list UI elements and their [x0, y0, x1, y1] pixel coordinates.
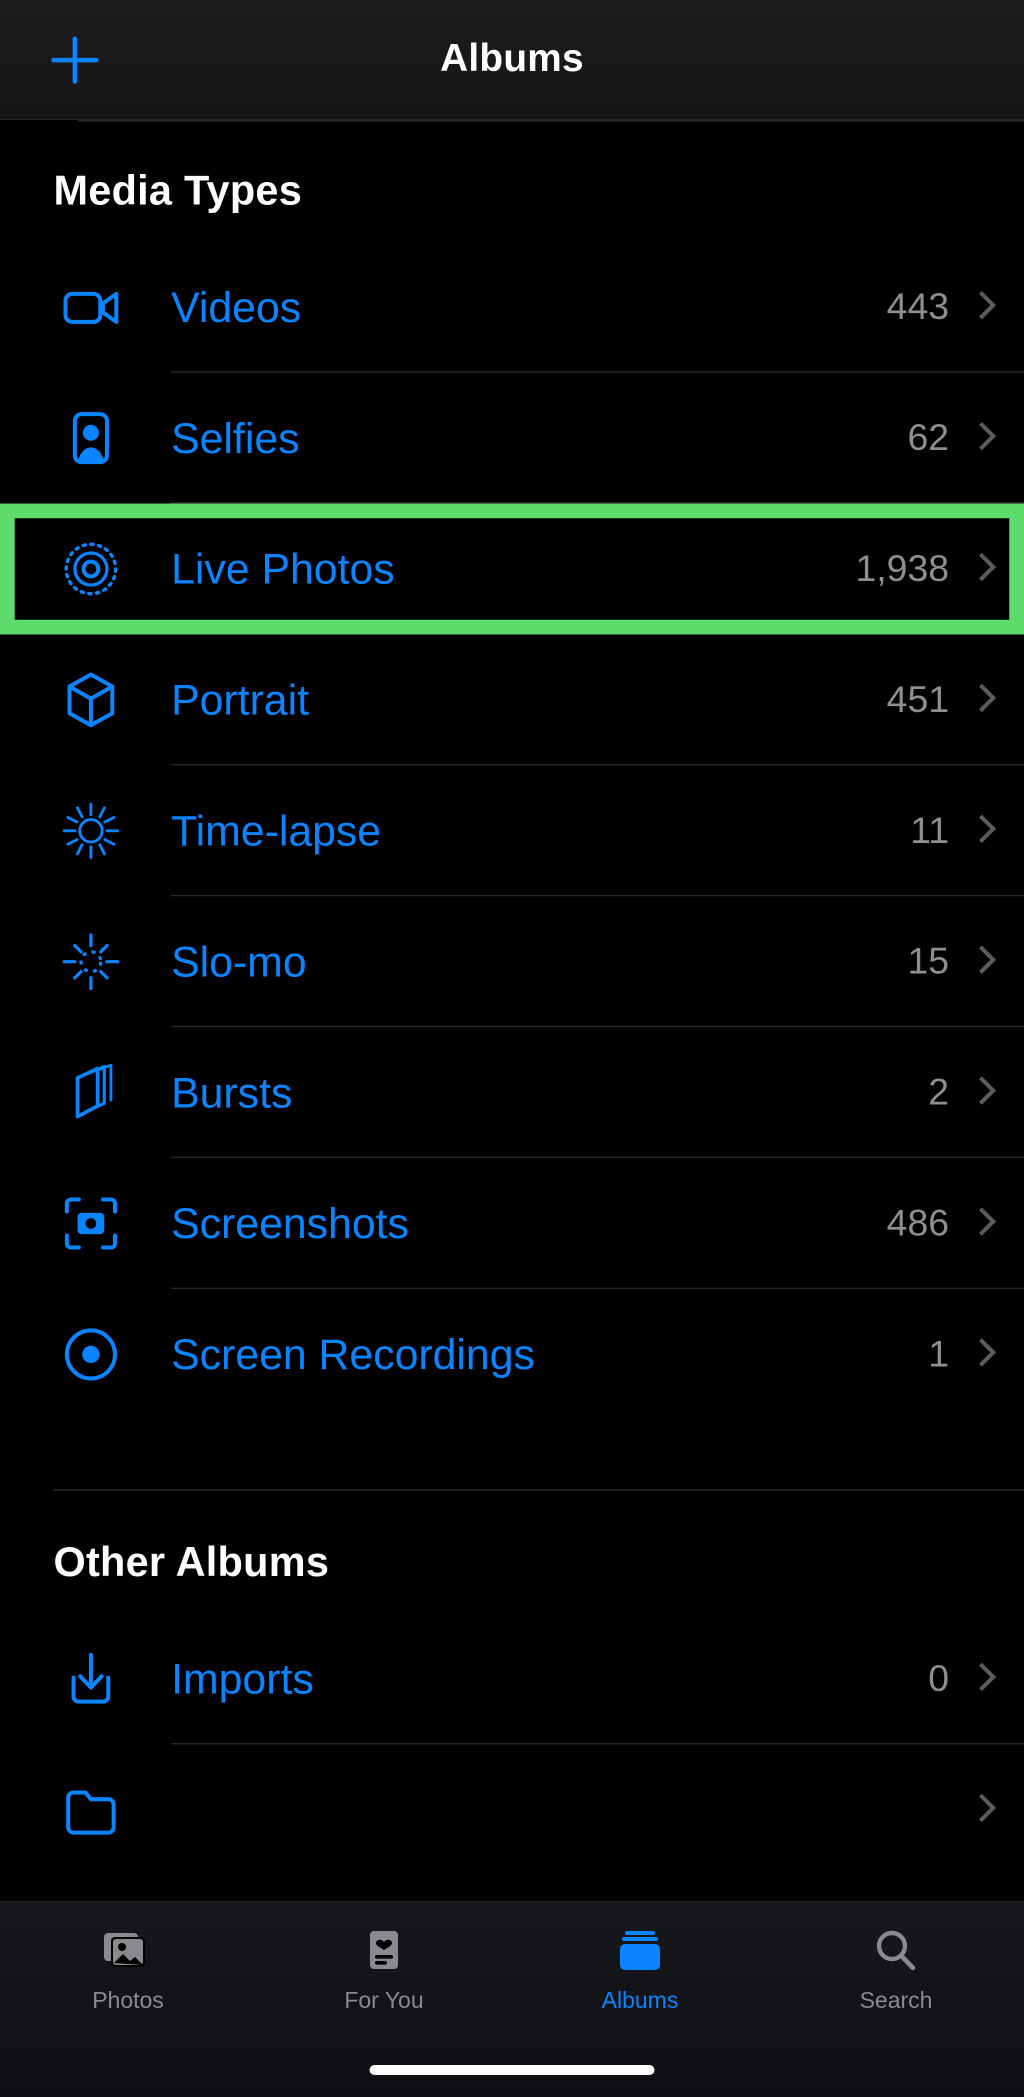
row-slo-mo[interactable]: Slo-mo 15 — [0, 896, 1024, 1028]
bursts-stack-icon — [53, 1055, 128, 1130]
row-count: 486 — [886, 1202, 950, 1244]
row-portrait[interactable]: Portrait 451 — [0, 634, 1024, 766]
tab-search[interactable]: Search — [768, 1924, 1024, 2014]
for-you-card-icon-glyph — [370, 1931, 398, 1969]
screen-content: Albums Media Types Videos 443 Selfies 62… — [0, 0, 1024, 2097]
partial-album-icon-glyph — [66, 1790, 116, 1835]
row-screenshots[interactable]: Screenshots 486 — [0, 1158, 1024, 1289]
row-label: Portrait — [171, 675, 309, 724]
timelapse-icon-glyph — [62, 802, 120, 859]
portrait-cube-icon-glyph — [67, 672, 115, 728]
timelapse-icon — [53, 793, 128, 868]
row-count: 62 — [907, 416, 950, 459]
photos-albums-screen: Albums Media Types Videos 443 Selfies 62… — [0, 0, 1024, 2097]
row-label: Screen Recordings — [171, 1329, 535, 1378]
row-label: Slo-mo — [171, 936, 307, 986]
screen-recording-icon — [53, 1317, 128, 1392]
slomo-icon-glyph — [62, 933, 120, 991]
row-label: Bursts — [171, 1067, 293, 1116]
search-icon — [871, 1924, 921, 1978]
home-indicator[interactable] — [369, 2065, 655, 2075]
partial-album-icon — [53, 1772, 128, 1847]
selfie-person-icon-glyph — [72, 412, 109, 465]
row-label: Videos — [171, 282, 302, 331]
imports-tray-arrow-icon — [53, 1642, 128, 1717]
tab-photos[interactable]: Photos — [0, 1924, 256, 2014]
search-icon-glyph — [876, 1930, 916, 1971]
page-title: Albums — [440, 37, 584, 81]
chevron-right-icon — [971, 942, 995, 982]
tab-label: For You — [344, 1987, 424, 2013]
row-count: 15 — [907, 940, 950, 982]
video-camera-icon-glyph — [63, 291, 119, 324]
section-gap — [0, 1419, 1024, 1490]
section-header-media-types: Media Types — [53, 166, 303, 214]
photos-stack-icon — [100, 1924, 156, 1978]
live-photo-icon — [53, 532, 128, 607]
screen-recording-icon-glyph — [64, 1328, 117, 1381]
row-label: Screenshots — [171, 1198, 409, 1247]
row-label: Imports — [171, 1654, 314, 1703]
row-selfies[interactable]: Selfies 62 — [0, 373, 1024, 504]
chevron-right-icon — [971, 418, 995, 458]
row-time-lapse[interactable]: Time-lapse 11 — [0, 765, 1024, 897]
live-photo-icon-glyph — [64, 542, 118, 596]
selfie-person-icon — [53, 401, 128, 476]
row-label: Live Photos — [171, 544, 395, 593]
chevron-right-icon — [971, 811, 995, 851]
navigation-bar: Albums — [0, 0, 1024, 121]
chevron-right-icon — [971, 549, 995, 589]
imports-tray-arrow-icon-glyph — [71, 1652, 111, 1704]
row-label: Selfies — [171, 413, 300, 462]
tab-label: Photos — [92, 1987, 164, 2013]
tab-bar: Photos For You Albums Search — [0, 1901, 1024, 2097]
tab-label: Search — [859, 1987, 933, 2013]
tab-albums[interactable]: Albums — [512, 1924, 768, 2014]
portrait-cube-icon — [53, 663, 128, 738]
plus-icon[interactable] — [40, 25, 110, 94]
row-live-photos[interactable]: Live Photos 1,938 — [0, 503, 1024, 635]
row-count: 443 — [886, 285, 950, 328]
chevron-right-icon — [971, 1073, 995, 1113]
chevron-right-icon — [971, 680, 995, 720]
row-count: 1,938 — [855, 547, 950, 590]
plus-icon-glyph — [51, 35, 99, 84]
albums-folder-icon — [615, 1924, 665, 1978]
chevron-right-icon — [971, 287, 995, 327]
bursts-stack-icon-glyph — [75, 1063, 113, 1119]
chevron-right-icon — [971, 1203, 995, 1243]
video-camera-icon — [53, 270, 128, 345]
row-count: 451 — [886, 678, 950, 720]
for-you-card-icon — [361, 1924, 407, 1978]
chevron-right-icon — [971, 1334, 995, 1374]
row-partial-next[interactable] — [0, 1744, 1024, 1875]
tab-label: Albums — [601, 1987, 679, 2013]
row-imports[interactable]: Imports 0 — [0, 1614, 1024, 1745]
row-videos[interactable]: Videos 443 — [0, 242, 1024, 373]
albums-folder-icon-glyph — [620, 1931, 660, 1970]
row-count: 1 — [928, 1333, 950, 1375]
section-header-other-albums: Other Albums — [53, 1538, 330, 1586]
row-screen-recordings[interactable]: Screen Recordings 1 — [0, 1289, 1024, 1420]
row-count: 0 — [928, 1657, 950, 1700]
row-count: 11 — [910, 809, 950, 851]
row-count: 2 — [928, 1071, 950, 1113]
screenshot-frame-icon — [53, 1186, 128, 1261]
chevron-right-icon — [971, 1790, 995, 1830]
row-bursts[interactable]: Bursts 2 — [0, 1027, 1024, 1159]
chevron-right-icon — [971, 1659, 995, 1699]
tab-for-you[interactable]: For You — [256, 1924, 512, 2014]
albums-list: Media Types Videos 443 Selfies 62 Live P… — [0, 120, 1024, 1876]
screenshot-frame-icon-glyph — [64, 1197, 117, 1250]
slomo-icon — [53, 924, 128, 999]
row-label: Time-lapse — [171, 806, 382, 855]
photos-stack-icon-glyph — [104, 1933, 145, 1967]
